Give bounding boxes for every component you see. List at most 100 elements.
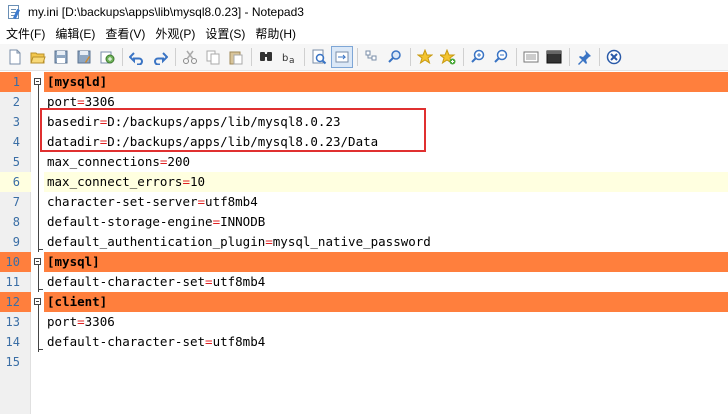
- cut-button[interactable]: [179, 46, 201, 68]
- code-line[interactable]: 13 port=3306: [0, 312, 728, 332]
- browse-button[interactable]: [96, 46, 118, 68]
- config-value: D:/backups/apps/lib/mysql8.0.23: [107, 114, 341, 129]
- run-icon: [546, 50, 562, 64]
- editor[interactable]: 1 [mysqld] 2 port=3306 3 basedir = D:/backups/a…: [0, 72, 728, 414]
- menu-help[interactable]: 帮助(H): [250, 24, 301, 44]
- line-number: 10: [5, 255, 20, 269]
- replace-icon: ba: [282, 53, 295, 65]
- toolbar-separator: [569, 48, 570, 66]
- equals-sign: =: [77, 314, 85, 329]
- menu-bar: 文件(F) 编辑(E) 查看(V) 外观(P) 设置(S) 帮助(H): [0, 24, 728, 44]
- line-text: default-character-set=utf8mb4: [47, 272, 265, 292]
- paste-button[interactable]: [225, 46, 247, 68]
- run-button[interactable]: [543, 46, 565, 68]
- favorites-button[interactable]: [414, 46, 436, 68]
- add-favorite-icon: [440, 49, 456, 65]
- code-line[interactable]: 11 default-character-set=utf8mb4: [0, 272, 728, 292]
- line-text: port=3306: [47, 312, 115, 332]
- section-header: [mysql]: [47, 254, 100, 269]
- fold-toggle-icon[interactable]: [34, 258, 41, 265]
- add-favorite-button[interactable]: [437, 46, 459, 68]
- word-wrap-button[interactable]: [331, 46, 353, 68]
- open-icon: [30, 52, 46, 64]
- toolbar-separator: [122, 48, 123, 66]
- line-number: 5: [12, 155, 20, 169]
- config-value: utf8mb4: [212, 334, 266, 349]
- config-key: default-storage-engine: [47, 214, 213, 229]
- config-key: default-character-set: [47, 274, 206, 289]
- fold-end: [38, 289, 43, 290]
- equals-sign: =: [182, 174, 190, 189]
- section-line[interactable]: 10 [mysql]: [0, 252, 728, 272]
- config-key: basedir: [47, 114, 100, 129]
- section-line[interactable]: 12 [client]: [0, 292, 728, 312]
- line-text: max_connections=200: [47, 152, 190, 172]
- line-number: 8: [12, 215, 20, 229]
- tree-button[interactable]: [361, 46, 383, 68]
- code-line[interactable]: 6 max_connect_errors=10: [0, 172, 728, 192]
- config-key: port: [47, 314, 78, 329]
- undo-button[interactable]: [126, 46, 148, 68]
- notepad3-app-icon: [6, 4, 22, 20]
- line-number: 7: [12, 195, 20, 209]
- menu-settings[interactable]: 设置(S): [200, 24, 250, 44]
- toolbar: ba: [0, 44, 728, 71]
- replace-button[interactable]: ba: [278, 46, 300, 68]
- open-button[interactable]: [27, 46, 49, 68]
- undo-icon: [129, 52, 143, 65]
- line-number: 1: [12, 75, 20, 89]
- line-number: 15: [5, 355, 20, 369]
- code-line[interactable]: 4 datadir=D:/backups/apps/lib/mysql8.0.23…: [0, 132, 728, 152]
- config-value: 3306: [84, 314, 115, 329]
- pin-button[interactable]: [573, 46, 595, 68]
- toolbar-separator: [599, 48, 600, 66]
- fold-toggle-icon[interactable]: [34, 298, 41, 305]
- code-line[interactable]: 14 default-character-set=utf8mb4: [0, 332, 728, 352]
- code-line[interactable]: 3 basedir=D:/backups/apps/lib/mysql8.0.23: [0, 112, 728, 132]
- line-number: 11: [5, 275, 20, 289]
- code-line[interactable]: 5 max_connections=200: [0, 152, 728, 172]
- copy-button[interactable]: [202, 46, 224, 68]
- equals-sign: =: [77, 94, 85, 109]
- section-line[interactable]: 1 [mysqld]: [0, 72, 728, 92]
- menu-edit[interactable]: 编辑(E): [50, 24, 100, 44]
- zoom-out-button[interactable]: [490, 46, 512, 68]
- line-number: 3: [12, 115, 20, 129]
- config-key: max_connect_errors: [47, 174, 183, 189]
- line-text: [mysqld]: [47, 72, 107, 92]
- code-line[interactable]: 9 default_authentication_plugin=mysql_nat…: [0, 232, 728, 252]
- config-key: character-set-server: [47, 194, 198, 209]
- code-line[interactable]: 2 port=3306: [0, 92, 728, 112]
- section-header: [client]: [47, 294, 108, 309]
- equals-sign: =: [265, 234, 273, 249]
- equals-sign: =: [197, 194, 206, 209]
- line-text: default-character-set=utf8mb4: [47, 332, 265, 352]
- config-key: port: [47, 94, 78, 109]
- menu-view[interactable]: 查看(V): [100, 24, 150, 44]
- settings-button[interactable]: [520, 46, 542, 68]
- save-as-button[interactable]: [73, 46, 95, 68]
- line-text: default_authentication_plugin=mysql_nati…: [47, 232, 431, 252]
- search-button[interactable]: [384, 46, 406, 68]
- menu-appearance[interactable]: 外观(P): [150, 24, 200, 44]
- config-key: max_connections: [47, 154, 160, 169]
- fold-toggle-icon[interactable]: [34, 78, 41, 85]
- code-line[interactable]: 7 character-set-server=utf8mb4: [0, 192, 728, 212]
- equals-sign: =: [205, 274, 213, 289]
- goto-button[interactable]: [308, 46, 330, 68]
- close-button[interactable]: [603, 46, 625, 68]
- config-key: default_authentication_plugin: [47, 234, 266, 249]
- find-button[interactable]: [255, 46, 277, 68]
- zoom-in-button[interactable]: [467, 46, 489, 68]
- fold-margin: [31, 72, 44, 414]
- code-line[interactable]: 8 default-storage-engine=INNODB: [0, 212, 728, 232]
- config-value: 3306: [84, 94, 115, 109]
- fold-line: [38, 265, 39, 292]
- code-line[interactable]: 15: [0, 352, 728, 372]
- config-value: 200: [167, 154, 190, 169]
- redo-button[interactable]: [149, 46, 171, 68]
- menu-file[interactable]: 文件(F): [0, 24, 50, 44]
- save-button[interactable]: [50, 46, 72, 68]
- new-button[interactable]: [4, 46, 26, 68]
- line-text: character-set-server=utf8mb4: [47, 192, 258, 212]
